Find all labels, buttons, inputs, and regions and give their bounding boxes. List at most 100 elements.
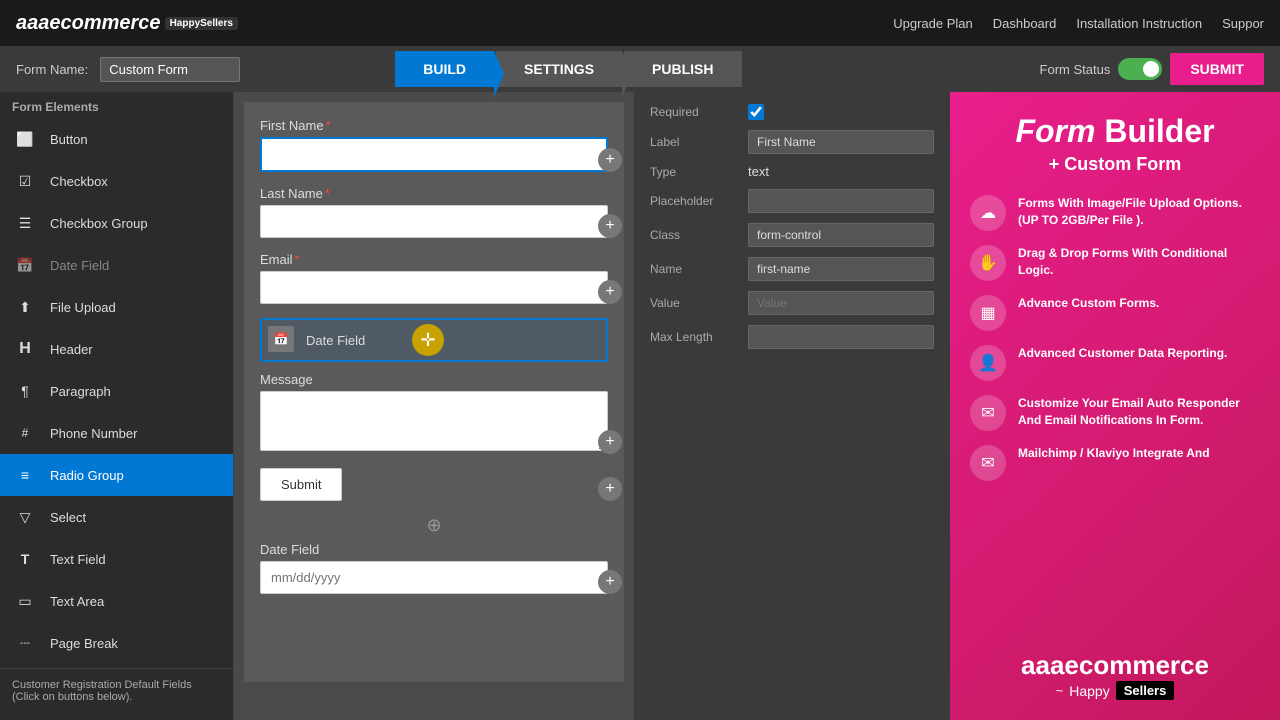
field-input-date[interactable] — [260, 561, 608, 594]
sidebar-item-address1[interactable]: 👤 Add Address Line 1 — [0, 709, 233, 720]
banner-feature-text-1: Forms With Image/File Upload Options. (U… — [1018, 195, 1260, 229]
banner-sellers: Sellers — [1116, 681, 1175, 700]
props-label-input[interactable] — [748, 130, 934, 154]
nav-support[interactable]: Suppor — [1222, 16, 1264, 31]
banner-feature-text-6: Mailchimp / Klaviyo Integrate And — [1018, 445, 1210, 462]
email-auto-icon: ✉ — [970, 395, 1006, 431]
sidebar-item-label: Select — [50, 510, 86, 525]
button-icon: ⬜ — [12, 126, 38, 152]
sidebar: Form Elements ⬜ Button ☑ Checkbox ☰ Chec… — [0, 92, 234, 720]
field-textarea-message[interactable] — [260, 391, 608, 451]
add-field-btn-submit[interactable]: + — [598, 477, 622, 501]
field-group-message: Message + — [260, 372, 608, 454]
banner-happy: Happy — [1069, 683, 1109, 699]
props-value-input[interactable] — [748, 291, 934, 315]
props-maxlength-label: Max Length — [650, 330, 740, 344]
sidebar-item-date-field[interactable]: 📅 Date Field — [0, 244, 233, 286]
props-required-label: Required — [650, 105, 740, 119]
required-star: * — [325, 186, 330, 201]
cloud-upload-icon: ☁ — [970, 195, 1006, 231]
date-field-icon: 📅 — [12, 252, 38, 278]
sidebar-item-header[interactable]: H Header — [0, 328, 233, 370]
required-star: * — [295, 252, 300, 267]
brand-sub: HappySellers — [165, 17, 238, 30]
sidebar-item-paragraph[interactable]: ¶ Paragraph — [0, 370, 233, 412]
props-row-placeholder: Placeholder — [650, 189, 934, 213]
checkbox-icon: ☑ — [12, 168, 38, 194]
banner-feature-3: ▦ Advance Custom Forms. — [970, 295, 1260, 331]
text-field-icon: T — [12, 546, 38, 572]
form-name-input[interactable] — [100, 57, 240, 82]
sidebar-item-page-break[interactable]: --- Page Break — [0, 622, 233, 664]
banner-feature-text-5: Customize Your Email Auto Responder And … — [1018, 395, 1260, 429]
sidebar-item-label: Date Field — [50, 258, 109, 273]
tab-group: BUILD SETTINGS PUBLISH — [395, 51, 741, 87]
brand-aaa: aaaecommerce — [16, 12, 161, 35]
radio-group-icon: ≡ — [12, 462, 38, 488]
add-field-btn-lastname[interactable]: + — [598, 214, 622, 238]
nav-upgrade[interactable]: Upgrade Plan — [893, 16, 973, 31]
data-reporting-icon: 👤 — [970, 345, 1006, 381]
form-status-label: Form Status — [1040, 62, 1111, 77]
add-field-btn-firstname[interactable]: + — [598, 148, 622, 172]
sidebar-item-select[interactable]: ▽ Select — [0, 496, 233, 538]
tab-settings[interactable]: SETTINGS — [496, 51, 622, 87]
field-input-firstname[interactable] — [260, 137, 608, 172]
sidebar-item-phone-number[interactable]: # Phone Number — [0, 412, 233, 454]
main-content: Form Elements ⬜ Button ☑ Checkbox ☰ Chec… — [0, 92, 1280, 720]
sidebar-item-file-upload[interactable]: ⬆ File Upload — [0, 286, 233, 328]
props-label-label: Label — [650, 135, 740, 149]
add-field-center-1[interactable]: ⊕ — [260, 515, 608, 536]
sidebar-item-label: Button — [50, 132, 88, 147]
submit-button[interactable]: SUBMIT — [1170, 53, 1264, 85]
add-field-btn-message[interactable]: + — [598, 430, 622, 454]
sidebar-item-text-field[interactable]: T Text Field — [0, 538, 233, 580]
sidebar-section-title: Form Elements — [0, 92, 233, 118]
banner-feature-2: ✋ Drag & Drop Forms With Conditional Log… — [970, 245, 1260, 281]
paragraph-icon: ¶ — [12, 378, 38, 404]
props-row-name: Name — [650, 257, 934, 281]
banner-feature-4: 👤 Advanced Customer Data Reporting. — [970, 345, 1260, 381]
drag-handle[interactable]: ✛ — [412, 324, 444, 356]
sidebar-item-label: Checkbox — [50, 174, 108, 189]
add-field-btn-email[interactable]: + — [598, 280, 622, 304]
props-name-input[interactable] — [748, 257, 934, 281]
form-status-toggle[interactable] — [1118, 58, 1162, 80]
sidebar-item-label: Page Break — [50, 636, 118, 651]
props-name-label: Name — [650, 262, 740, 276]
field-group-firstname: First Name* + — [260, 118, 608, 172]
tab-publish[interactable]: PUBLISH — [624, 51, 741, 87]
nav-dashboard[interactable]: Dashboard — [993, 16, 1057, 31]
sidebar-item-checkbox[interactable]: ☑ Checkbox — [0, 160, 233, 202]
drag-field-label: Date Field — [306, 333, 365, 348]
form-submit-button[interactable]: Submit — [260, 468, 342, 501]
sidebar-item-label: Text Field — [50, 552, 106, 567]
right-banner: Form Builder + Custom Form ☁ Forms With … — [950, 92, 1280, 720]
props-required-checkbox[interactable] — [748, 104, 764, 120]
file-upload-icon: ⬆ — [12, 294, 38, 320]
tab-build[interactable]: BUILD — [395, 51, 494, 87]
banner-feature-5: ✉ Customize Your Email Auto Responder An… — [970, 395, 1260, 431]
center-panel: First Name* + Last Name* + Email* + — [234, 92, 634, 720]
sidebar-item-text-area[interactable]: ▭ Text Area — [0, 580, 233, 622]
props-maxlength-input[interactable] — [748, 325, 934, 349]
props-placeholder-input[interactable] — [748, 189, 934, 213]
field-group-lastname: Last Name* + — [260, 186, 608, 238]
field-group-submit: Submit + — [260, 468, 608, 501]
field-input-email[interactable] — [260, 271, 608, 304]
field-label-email: Email* — [260, 252, 608, 267]
checkbox-group-icon: ☰ — [12, 210, 38, 236]
field-label-firstname: First Name* — [260, 118, 608, 133]
header-bar: Form Name: BUILD SETTINGS PUBLISH Form S… — [0, 46, 1280, 92]
props-class-input[interactable] — [748, 223, 934, 247]
nav-install[interactable]: Installation Instruction — [1076, 16, 1202, 31]
field-input-lastname[interactable] — [260, 205, 608, 238]
sidebar-item-button[interactable]: ⬜ Button — [0, 118, 233, 160]
props-row-label: Label — [650, 130, 934, 154]
props-row-class: Class — [650, 223, 934, 247]
sidebar-item-radio-group[interactable]: ≡ Radio Group — [0, 454, 233, 496]
drag-drop-icon: ✋ — [970, 245, 1006, 281]
drag-drop-zone: 📅 Date Field ✛ — [260, 318, 608, 368]
sidebar-item-checkbox-group[interactable]: ☰ Checkbox Group — [0, 202, 233, 244]
add-field-btn-date[interactable]: + — [598, 570, 622, 594]
